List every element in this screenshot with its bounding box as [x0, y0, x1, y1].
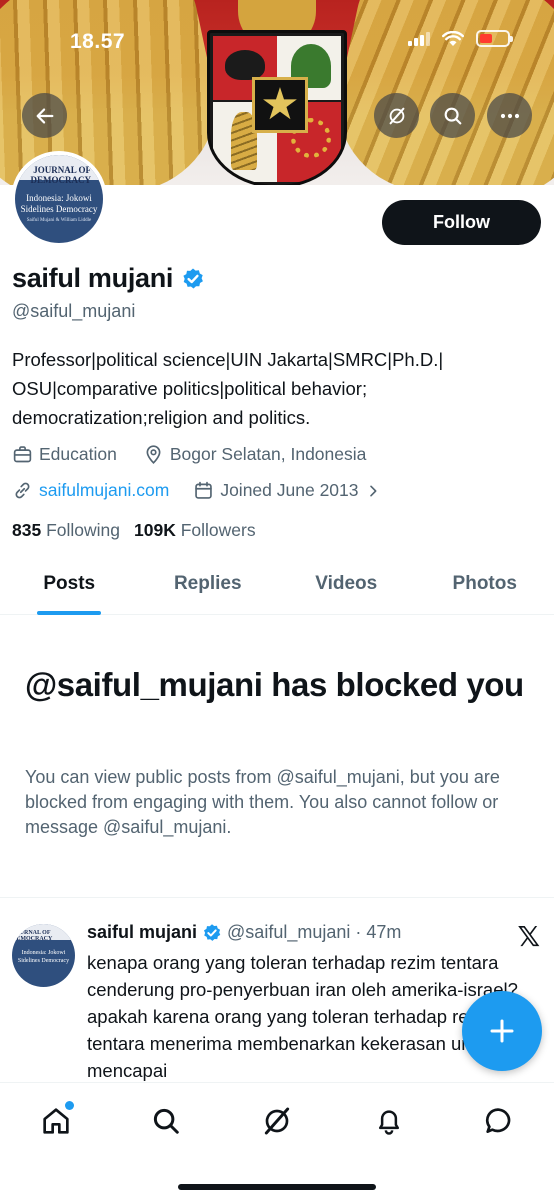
avatar-headline: Indonesia: Jokowi Sidelines Democracy	[20, 193, 98, 214]
grok-icon	[389, 107, 404, 124]
tab-photos-label: Photos	[452, 573, 517, 594]
follow-counts: 835 Following 109K Followers	[12, 520, 256, 541]
profile-name: saiful mujani	[12, 263, 174, 293]
nav-grok[interactable]	[257, 1101, 297, 1141]
profile-category: Education	[39, 444, 117, 464]
following-count: 835	[12, 520, 42, 540]
post-header: saiful mujani @saiful_mujani · 47m	[87, 922, 401, 943]
link-icon	[15, 482, 30, 499]
profile-name-row: saiful mujani	[12, 263, 205, 294]
nav-messages[interactable]	[479, 1101, 519, 1141]
tab-posts[interactable]: Posts	[0, 563, 139, 615]
notifications-bell-icon	[379, 1110, 399, 1135]
post-divider	[0, 897, 554, 898]
plus-icon	[490, 1019, 514, 1043]
tab-replies-label: Replies	[173, 573, 242, 594]
compose-post-button[interactable]	[462, 991, 542, 1071]
messages-icon	[485, 1108, 511, 1133]
profile-meta-row-2: saifulmujani.com Joined June 2013	[12, 480, 381, 501]
followers-label: Followers	[180, 520, 256, 540]
profile-location: Bogor Selatan, Indonesia	[169, 444, 367, 464]
signal-icon	[408, 31, 430, 46]
tab-active-indicator	[37, 611, 102, 615]
profile-avatar[interactable]: JOURNAL OF DEMOCRACY Indonesia: Jokowi S…	[11, 151, 107, 247]
more-horizontal-icon	[500, 113, 519, 118]
wifi-icon	[442, 30, 464, 46]
search-button[interactable]	[430, 93, 475, 138]
grok-icon	[264, 1107, 290, 1135]
post-author-avatar[interactable]: JOURNAL OF DEMOCRACY Indonesia: Jokowi S…	[12, 924, 75, 987]
post-avatar-headline: Indonesia: Jokowi Sidelines Democracy	[17, 950, 70, 964]
back-button[interactable]	[22, 93, 67, 138]
tab-posts-label: Posts	[43, 573, 96, 594]
post-handle-time: @saiful_mujani · 47m	[227, 922, 402, 942]
status-time: 18.57	[70, 30, 126, 53]
location-pin-icon	[146, 445, 161, 464]
profile-handle: @saiful_mujani	[12, 301, 136, 321]
nav-home[interactable]	[36, 1101, 76, 1141]
followers-link[interactable]: 109K Followers	[134, 520, 256, 541]
tab-replies[interactable]: Replies	[139, 563, 278, 614]
search-icon	[153, 1108, 179, 1134]
profile-meta-row-1: Education Bogor Selatan, Indonesia	[12, 444, 366, 465]
briefcase-icon	[13, 446, 32, 463]
chevron-right-icon[interactable]	[365, 483, 381, 499]
following-link[interactable]: 835 Following	[12, 520, 120, 541]
tab-videos-label: Videos	[315, 573, 378, 594]
search-icon	[444, 107, 461, 124]
bottom-navigation	[0, 1082, 554, 1200]
profile-bio: Professor|political science|UIN Jakarta|…	[12, 349, 444, 428]
tab-videos[interactable]: Videos	[277, 563, 416, 614]
grok-button[interactable]	[374, 93, 419, 138]
home-indicator	[178, 1184, 376, 1190]
profile-website-link[interactable]: saifulmujani.com	[39, 480, 169, 501]
star-icon: ★	[252, 77, 308, 133]
following-label: Following	[46, 520, 121, 540]
avatar-masthead: JOURNAL OF DEMOCRACY	[30, 165, 92, 185]
garuda-shield-icon: ★	[207, 30, 347, 185]
follow-button[interactable]: Follow	[382, 200, 541, 245]
tab-photos[interactable]: Photos	[416, 563, 554, 614]
nav-notifications[interactable]	[369, 1101, 409, 1141]
banner-wing-right	[322, 0, 554, 185]
verified-badge-icon	[204, 923, 221, 941]
banteng-icon	[225, 50, 265, 80]
avatar-byline: Saiful Mujani & William Liddle	[26, 218, 92, 223]
blocked-description: You can view public posts from @saiful_m…	[25, 767, 500, 837]
profile-joined-date: Joined June 2013	[220, 480, 359, 500]
post-avatar-masthead: JOURNAL OF DEMOCRACY	[12, 930, 53, 942]
post-author-name[interactable]: saiful mujani	[87, 922, 197, 943]
arrow-left-icon	[36, 107, 53, 124]
followers-count: 109K	[134, 520, 176, 540]
status-indicators	[408, 30, 513, 47]
battery-icon	[476, 30, 513, 47]
calendar-icon	[195, 481, 213, 499]
nav-search[interactable]	[146, 1101, 186, 1141]
verified-badge-icon[interactable]	[181, 267, 205, 291]
more-button[interactable]	[487, 93, 532, 138]
profile-tabs: Posts Replies Videos Photos	[0, 563, 554, 615]
home-unread-dot	[65, 1101, 74, 1110]
blocked-title: @saiful_mujani has blocked you	[25, 666, 524, 703]
